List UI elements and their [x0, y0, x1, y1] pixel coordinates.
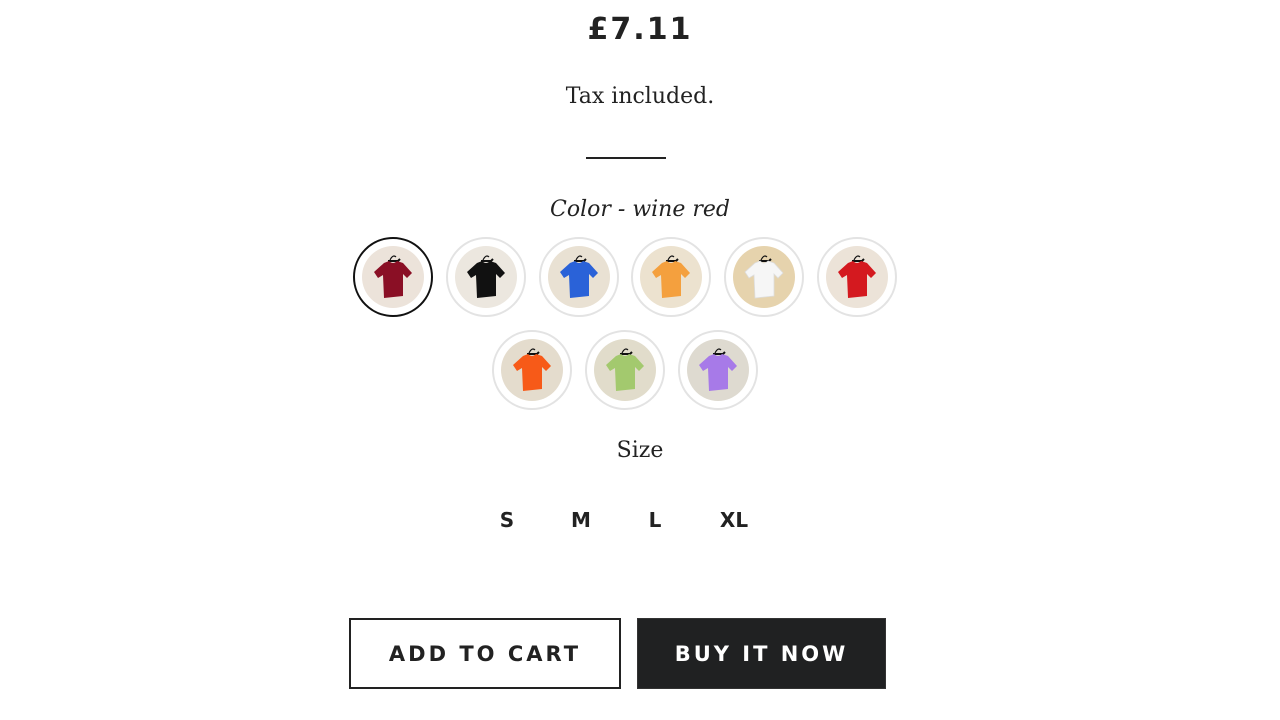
swatch-photo	[826, 246, 888, 308]
size-option-l[interactable]: L	[629, 494, 681, 546]
tshirt-icon	[826, 246, 888, 308]
tshirt-icon	[501, 339, 563, 401]
color-swatch-purple[interactable]	[678, 330, 758, 410]
swatch-photo	[548, 246, 610, 308]
tshirt-icon	[594, 339, 656, 401]
color-label-prefix: Color -	[550, 197, 633, 222]
color-swatch-blue[interactable]	[539, 237, 619, 317]
buy-it-now-button[interactable]: BUY IT NOW	[637, 618, 886, 689]
tshirt-icon	[455, 246, 517, 308]
tshirt-icon	[362, 246, 424, 308]
color-swatch-black[interactable]	[446, 237, 526, 317]
tshirt-icon	[687, 339, 749, 401]
size-label: Size	[616, 438, 664, 463]
add-to-cart-button[interactable]: ADD TO CART	[349, 618, 621, 689]
swatch-photo	[594, 339, 656, 401]
color-label: Color - wine red	[0, 197, 1280, 222]
product-price: £7.11	[587, 12, 693, 47]
selected-color-name: wine red	[632, 197, 730, 222]
color-swatch-red[interactable]	[817, 237, 897, 317]
divider	[586, 157, 666, 159]
color-swatch-light-green[interactable]	[585, 330, 665, 410]
color-swatch-orange[interactable]	[631, 237, 711, 317]
swatch-photo	[455, 246, 517, 308]
size-option-s[interactable]: S	[481, 494, 533, 546]
swatch-photo	[362, 246, 424, 308]
tshirt-icon	[640, 246, 702, 308]
tshirt-icon	[548, 246, 610, 308]
color-swatch-bright-orange[interactable]	[492, 330, 572, 410]
size-option-xl[interactable]: XL	[708, 494, 760, 546]
swatch-photo	[733, 246, 795, 308]
tshirt-icon	[733, 246, 795, 308]
color-swatch-white[interactable]	[724, 237, 804, 317]
swatch-photo	[687, 339, 749, 401]
color-swatch-wine-red[interactable]	[353, 237, 433, 317]
size-option-m[interactable]: M	[555, 494, 607, 546]
swatch-photo	[501, 339, 563, 401]
tax-note: Tax included.	[565, 84, 715, 109]
swatch-photo	[640, 246, 702, 308]
